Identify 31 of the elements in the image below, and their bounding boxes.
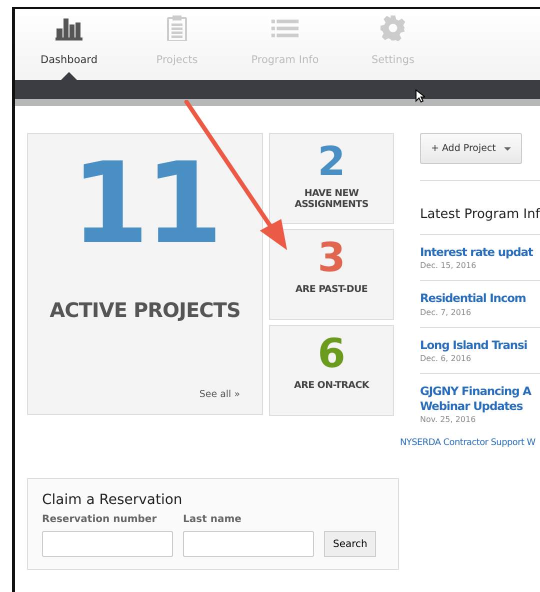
stat-label: ARE ON-TRACK	[294, 380, 369, 391]
see-all-link[interactable]: See all »	[199, 389, 240, 400]
news-link[interactable]: GJGNY Financing A Webinar Updates	[420, 384, 540, 413]
input-field[interactable]	[183, 531, 314, 557]
field-label: Reservation number	[42, 514, 158, 525]
stat-count: 6	[318, 334, 346, 374]
field-label: Last name	[183, 514, 242, 525]
input-field[interactable]	[42, 531, 173, 557]
news-date: Nov. 25, 2016	[420, 414, 477, 424]
support-link[interactable]: NYSERDA Contractor Support W	[400, 438, 540, 448]
news-date: Dec. 15, 2016	[420, 261, 478, 270]
search-button[interactable]: Search	[324, 531, 376, 557]
card-title: ACTIVE PROJECTS	[50, 298, 240, 322]
stat-label: ARE PAST-DUE	[295, 284, 368, 295]
stat-label: HAVE NEW ASSIGNMENTS	[294, 188, 370, 210]
news-link[interactable]: Residential Incom	[420, 291, 540, 306]
project-count: 11	[71, 148, 219, 260]
pointer-icon	[61, 72, 77, 80]
panel-title: Claim a Reservation	[42, 492, 182, 508]
news-link[interactable]: Interest rate updat	[420, 245, 540, 260]
settings-icon	[379, 15, 407, 41]
cursor-icon	[415, 89, 425, 103]
stat-count: 3	[318, 238, 346, 278]
news-date: Dec. 7, 2016	[420, 308, 472, 317]
news-link[interactable]: Long Island Transi	[420, 338, 540, 352]
nav-tab[interactable]: Dashboard	[15, 9, 123, 80]
add-project-button[interactable]: + Add Project	[420, 133, 522, 164]
section-title: Latest Program Inf	[420, 181, 540, 235]
caret-icon	[504, 146, 511, 150]
stat-count: 2	[318, 142, 346, 182]
news-date: Dec. 6, 2016	[420, 354, 472, 364]
